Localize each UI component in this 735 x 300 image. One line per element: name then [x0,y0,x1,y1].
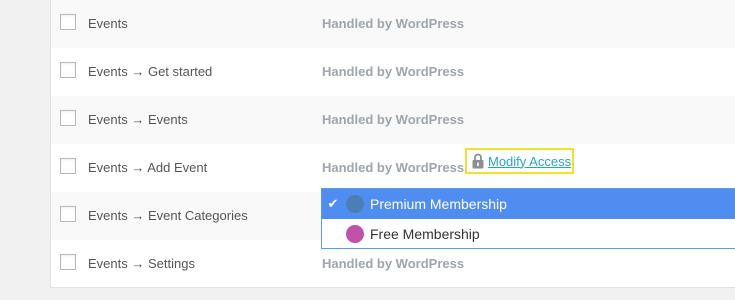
row-checkbox[interactable] [60,158,76,174]
row-checkbox[interactable] [60,14,76,30]
access-status: Handled by WordPress [322,16,465,31]
page-name: Events → Get started [88,64,213,79]
row-checkbox[interactable] [60,62,76,78]
membership-option-premium[interactable]: ✔ Premium Membership [322,189,735,219]
access-status: Handled by WordPress [322,256,465,271]
modify-access-highlight: Modify Access [465,148,574,174]
access-status: Handled by WordPress [322,64,465,79]
membership-option-label: Premium Membership [370,196,507,212]
modify-access-link[interactable]: Modify Access [488,154,571,169]
page-name: Events → Add Event [88,160,208,175]
page-name: Events [88,16,128,31]
table-row: Events → Get started Handled by WordPres… [51,48,735,96]
row-checkbox[interactable] [60,206,76,222]
page-name: Events → Events [88,112,188,127]
membership-color-dot [346,195,364,213]
membership-dropdown[interactable]: ✔ Premium Membership Free Membership [321,188,735,249]
row-checkbox[interactable] [60,254,76,270]
access-status: Handled by WordPress [322,160,465,175]
table-row: Events Handled by WordPress [51,0,735,48]
membership-color-dot [346,225,364,243]
membership-option-free[interactable]: Free Membership [322,219,735,249]
row-checkbox[interactable] [60,110,76,126]
access-status: Handled by WordPress [322,112,465,127]
checkmark-icon: ✔ [327,196,339,211]
page-name: Events → Event Categories [88,208,248,223]
table-row: Events → Events Handled by WordPress [51,96,735,144]
membership-option-label: Free Membership [370,226,480,242]
page-name: Events → Settings [88,256,195,271]
lock-icon [472,153,484,169]
table-row: Events → Add Event Handled by WordPress … [51,144,735,192]
